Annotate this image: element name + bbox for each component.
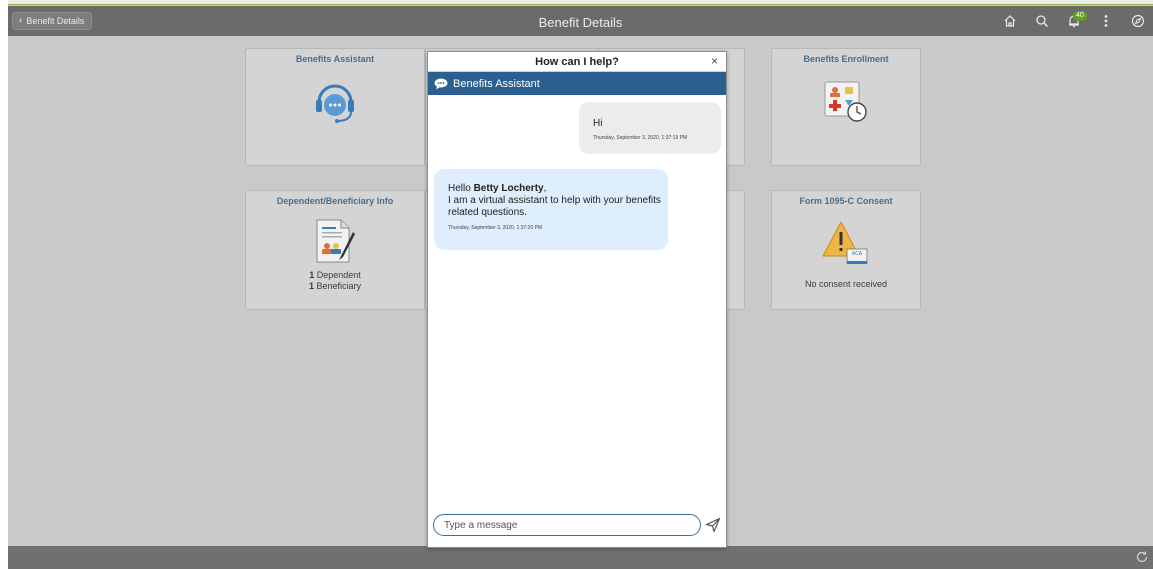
search-icon[interactable] — [1033, 12, 1051, 30]
bot-name-bar: Benefits Assistant — [428, 72, 726, 95]
bot-name: Benefits Assistant — [453, 77, 540, 90]
tile-title: Form 1095-C Consent — [799, 196, 893, 206]
message-input-row — [433, 514, 723, 536]
aca-label: ACA — [851, 251, 863, 257]
tile-title: Dependent/Beneficiary Info — [276, 196, 394, 206]
tile-form-1095c-consent[interactable]: Form 1095-C Consent ACA No consent recei… — [771, 190, 921, 310]
tile-dependent-beneficiary[interactable]: Dependent/Beneficiary Info 1 Dependent 1… — [245, 190, 425, 310]
message-text: Hi — [593, 118, 603, 129]
app-header: ‹ Benefit Details Benefit Details 40 — [8, 6, 1153, 36]
message-text-line: I am a virtual assistant to help with yo… — [448, 195, 661, 206]
tile-title: Benefits Enrollment — [803, 54, 889, 64]
dialog-title: How can I help? — [535, 56, 619, 68]
greeting-text: Hello — [448, 183, 474, 194]
dependent-label: Dependent — [316, 270, 361, 280]
navbar-icon[interactable] — [1129, 12, 1147, 30]
user-message: Hi Thursday, September 3, 2020, 1:37:19 … — [579, 102, 721, 154]
tile-benefits-enrollment[interactable]: Benefits Enrollment — [771, 48, 921, 166]
top-accent-bar — [8, 0, 1153, 5]
dependent-document-icon — [311, 218, 359, 264]
chat-bubble-icon — [434, 78, 448, 90]
tile-title: Benefits Assistant — [295, 54, 375, 64]
warning-aca-icon: ACA — [821, 218, 871, 268]
message-text-line: related questions. — [448, 207, 527, 218]
message-timestamp: Thursday, September 3, 2020, 1:37:20 PM — [448, 225, 543, 231]
dependent-count: 1 — [309, 270, 315, 280]
notifications-bell-icon[interactable]: 40 — [1065, 11, 1087, 30]
refresh-icon[interactable] — [1135, 550, 1149, 564]
home-icon[interactable] — [1001, 12, 1019, 30]
greeting-punct: , — [543, 183, 547, 194]
page-title: Benefit Details — [538, 15, 623, 30]
message-timestamp: Thursday, September 3, 2020, 1:37:19 PM — [593, 135, 688, 141]
send-icon[interactable] — [705, 517, 721, 533]
consent-status: No consent received — [804, 279, 888, 289]
more-actions-icon[interactable] — [1097, 12, 1115, 30]
beneficiary-count: 1 — [308, 281, 314, 291]
footer-bar — [8, 546, 1153, 569]
headset-chat-icon — [311, 76, 359, 126]
user-name: Betty Locherty — [473, 183, 544, 194]
beneficiary-label: Beneficiary — [316, 281, 362, 291]
tile-benefits-assistant[interactable]: Benefits Assistant — [245, 48, 425, 166]
bot-message: Hello Betty Locherty, I am a virtual ass… — [434, 169, 668, 250]
notification-count-badge: 40 — [1073, 11, 1087, 21]
chat-dialog: How can I help? × Benefits Assistant Hi … — [427, 51, 727, 548]
dialog-header: How can I help? × — [428, 52, 726, 72]
message-input[interactable] — [433, 514, 701, 536]
enrollment-icon — [821, 78, 871, 126]
close-icon[interactable]: × — [711, 55, 718, 67]
